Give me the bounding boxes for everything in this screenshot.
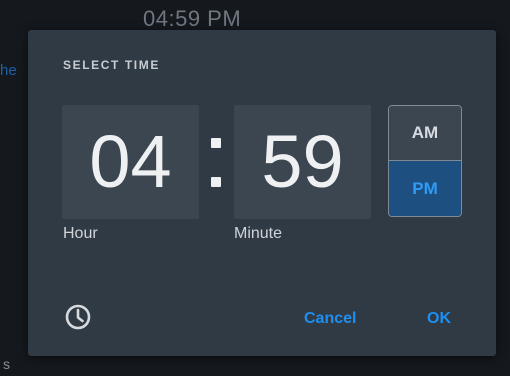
ok-button[interactable]: OK <box>427 310 451 328</box>
am-pm-toggle: AM PM <box>388 105 462 217</box>
cancel-button[interactable]: Cancel <box>304 310 356 328</box>
background-text-fragment: he <box>0 62 17 79</box>
hour-label: Hour <box>63 225 98 242</box>
hour-field[interactable]: 04 <box>62 105 199 219</box>
time-separator <box>204 128 228 198</box>
minute-field[interactable]: 59 <box>234 105 371 219</box>
minute-label: Minute <box>234 225 283 242</box>
time-picker-dialog: SELECT TIME 04 59 Hour Minute AM PM Canc… <box>28 30 496 356</box>
clock-icon[interactable] <box>64 303 92 331</box>
am-button[interactable]: AM <box>389 106 461 161</box>
pm-button[interactable]: PM <box>389 161 461 216</box>
separator-dot-bottom <box>211 177 221 187</box>
background-text-fragment-bottom: s <box>3 356 10 372</box>
separator-dot-top <box>211 138 221 148</box>
background-time-text: 04:59 PM <box>143 8 242 28</box>
dialog-title: SELECT TIME <box>63 58 160 72</box>
